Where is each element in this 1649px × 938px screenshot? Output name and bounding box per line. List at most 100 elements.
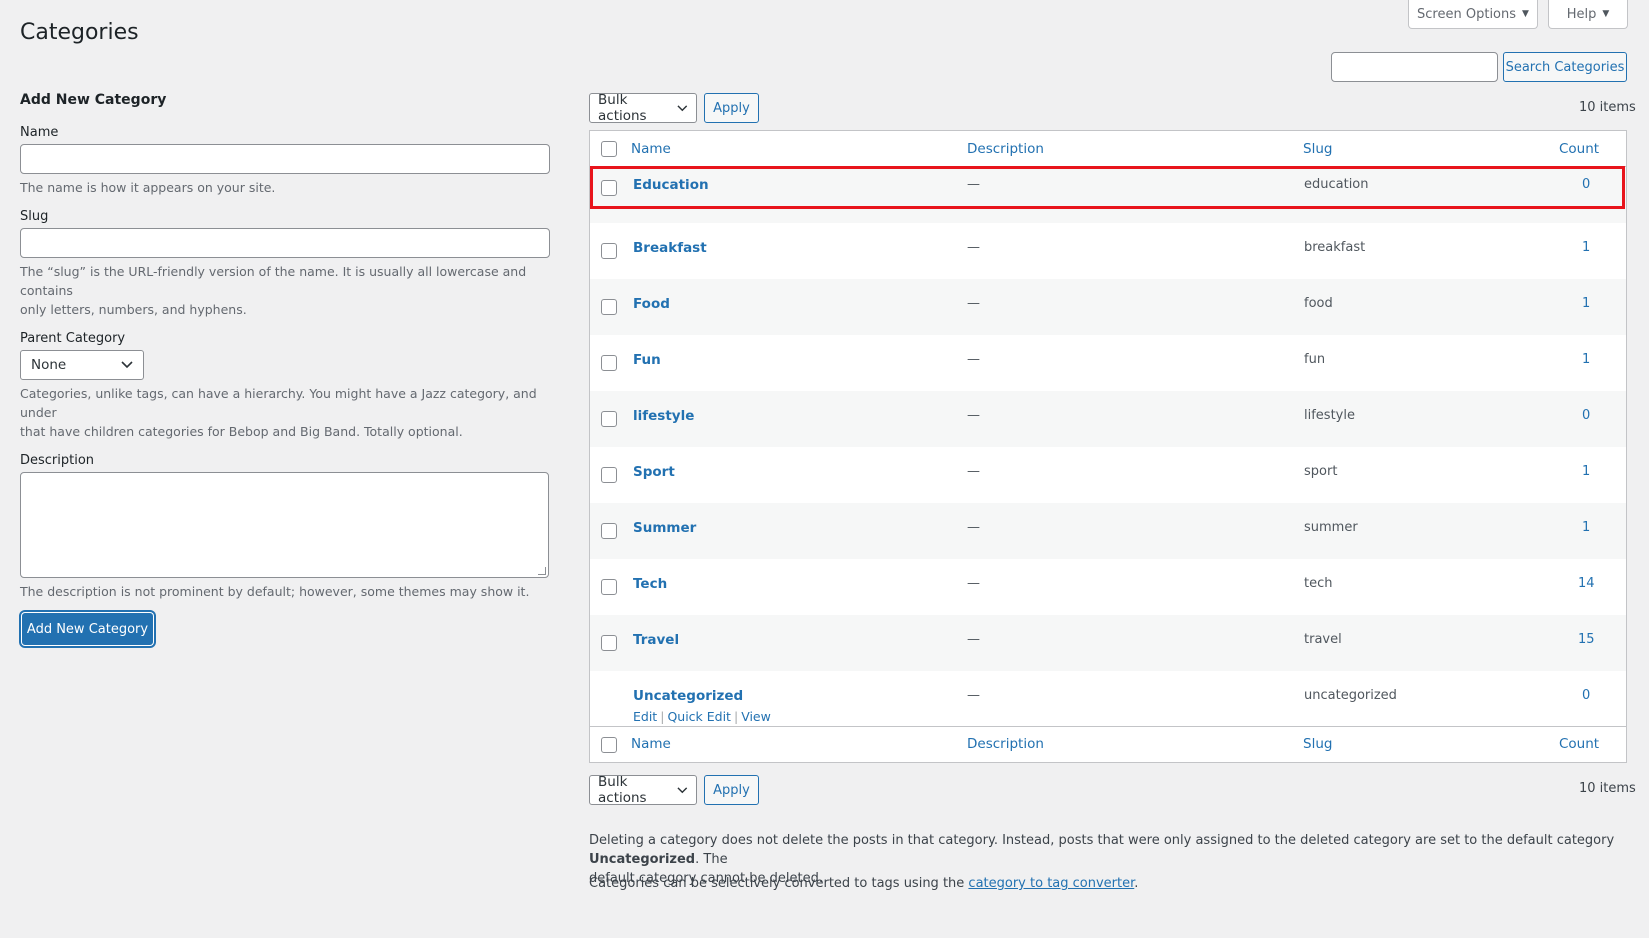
items-count-bottom: 10 items <box>1579 781 1636 796</box>
caret-down-icon: ▼ <box>1602 9 1610 19</box>
items-count-top: 10 items <box>1579 100 1636 115</box>
row-checkbox[interactable] <box>601 299 617 315</box>
column-slug[interactable]: Slug <box>1303 736 1332 752</box>
categories-table: Name Description Slug Count Education — … <box>589 130 1627 763</box>
category-name-link[interactable]: Travel <box>633 632 679 648</box>
category-slug: education <box>1304 177 1369 192</box>
bulk-actions-value: Bulk actions <box>598 92 647 124</box>
category-description: — <box>967 464 980 479</box>
parent-help-line2: that have children categories for Bebop … <box>20 424 463 439</box>
description-textarea[interactable] <box>20 472 549 578</box>
category-description: — <box>967 632 980 647</box>
category-name-link[interactable]: Food <box>633 296 670 312</box>
category-count-link[interactable]: 0 <box>1582 177 1590 192</box>
category-slug: uncategorized <box>1304 688 1397 703</box>
search-input[interactable] <box>1331 52 1498 82</box>
slug-input[interactable] <box>20 228 550 258</box>
chevron-down-icon <box>677 104 688 111</box>
column-count[interactable]: Count <box>1559 736 1599 752</box>
delete-note-text: Deleting a category does not delete the … <box>589 833 1615 848</box>
help-button[interactable]: Help ▼ <box>1548 0 1628 29</box>
table-footer: Name Description Slug Count <box>590 726 1626 762</box>
row-checkbox[interactable] <box>601 180 617 196</box>
resize-handle[interactable] <box>538 567 546 575</box>
bulk-actions-select-bottom[interactable]: Bulk actions <box>589 774 697 806</box>
screen-options-button[interactable]: Screen Options ▼ <box>1408 0 1538 29</box>
category-count-link[interactable]: 0 <box>1582 408 1590 423</box>
category-count-link[interactable]: 1 <box>1582 464 1590 479</box>
bulk-actions-select-top[interactable]: Bulk actions <box>589 92 697 124</box>
edit-link[interactable]: Edit <box>633 709 657 724</box>
table-row: Food — food 1 <box>590 279 1626 335</box>
select-all-checkbox[interactable] <box>601 141 617 157</box>
row-checkbox[interactable] <box>601 635 617 651</box>
parent-category-label: Parent Category <box>20 331 126 346</box>
category-count-link[interactable]: 0 <box>1582 688 1590 703</box>
category-name-link[interactable]: Summer <box>633 520 696 536</box>
table-header: Name Description Slug Count <box>590 131 1626 167</box>
category-name-link[interactable]: Sport <box>633 464 675 480</box>
category-count-link[interactable]: 15 <box>1578 632 1595 647</box>
category-name-link[interactable]: Fun <box>633 352 661 368</box>
row-checkbox[interactable] <box>601 579 617 595</box>
column-name[interactable]: Name <box>631 141 671 157</box>
category-count-link[interactable]: 1 <box>1582 240 1590 255</box>
category-name-link[interactable]: Uncategorized <box>633 688 743 704</box>
category-count-link[interactable]: 14 <box>1578 576 1595 591</box>
category-slug: tech <box>1304 576 1333 591</box>
bulk-actions-value: Bulk actions <box>598 774 647 806</box>
apply-button-top[interactable]: Apply <box>704 93 759 123</box>
caret-down-icon: ▼ <box>1522 9 1529 19</box>
quick-edit-link[interactable]: Quick Edit <box>667 709 731 724</box>
name-input[interactable] <box>20 144 550 174</box>
column-name[interactable]: Name <box>631 736 671 752</box>
category-to-tag-converter-link[interactable]: category to tag converter <box>968 876 1134 891</box>
page-title: Categories <box>20 20 139 45</box>
name-label: Name <box>20 125 59 140</box>
row-checkbox[interactable] <box>601 243 617 259</box>
slug-help: The “slug” is the URL-friendly version o… <box>20 262 550 319</box>
default-category-name: Uncategorized <box>589 852 696 867</box>
category-count-link[interactable]: 1 <box>1582 352 1590 367</box>
row-checkbox[interactable] <box>601 523 617 539</box>
category-name-link[interactable]: Education <box>633 177 709 193</box>
separator: | <box>660 709 665 724</box>
column-description[interactable]: Description <box>967 736 1044 752</box>
category-description: — <box>967 688 980 703</box>
view-link[interactable]: View <box>741 709 771 724</box>
category-slug: sport <box>1304 464 1338 479</box>
column-slug[interactable]: Slug <box>1303 141 1332 157</box>
category-slug: fun <box>1304 352 1326 367</box>
category-description: — <box>967 408 980 423</box>
parent-help-line1: Categories, unlike tags, can have a hier… <box>20 386 537 420</box>
parent-category-value: None <box>31 357 67 373</box>
row-checkbox[interactable] <box>601 355 617 371</box>
parent-category-select[interactable]: None <box>20 350 144 380</box>
apply-button-bottom[interactable]: Apply <box>704 775 759 805</box>
category-name-link[interactable]: Breakfast <box>633 240 707 256</box>
converter-note-tail: . <box>1134 876 1139 891</box>
category-slug: travel <box>1304 632 1342 647</box>
table-row: Breakfast — breakfast 1 <box>590 223 1626 279</box>
row-checkbox[interactable] <box>601 467 617 483</box>
category-description: — <box>967 240 980 255</box>
column-count[interactable]: Count <box>1559 141 1599 157</box>
category-name-link[interactable]: Tech <box>633 576 667 592</box>
column-description[interactable]: Description <box>967 141 1044 157</box>
row-checkbox[interactable] <box>601 411 617 427</box>
table-row: Uncategorized Edit | Quick Edit | View — unc… <box>590 671 1626 726</box>
converter-note: Categories can be selectively converted … <box>589 874 1629 893</box>
select-all-checkbox-bottom[interactable] <box>601 737 617 753</box>
add-new-category-button[interactable]: Add New Category <box>22 613 153 645</box>
category-name-link[interactable]: lifestyle <box>633 408 694 424</box>
search-categories-button[interactable]: Search Categories <box>1503 52 1627 82</box>
chevron-down-icon <box>677 786 688 793</box>
category-count-link[interactable]: 1 <box>1582 520 1590 535</box>
category-count-link[interactable]: 1 <box>1582 296 1590 311</box>
separator: | <box>733 709 739 724</box>
help-label: Help <box>1566 6 1597 22</box>
category-slug: lifestyle <box>1304 408 1355 423</box>
table-row: Summer — summer 1 <box>590 503 1626 559</box>
converter-note-text: Categories can be selectively converted … <box>589 876 965 891</box>
chevron-down-icon <box>121 361 133 369</box>
